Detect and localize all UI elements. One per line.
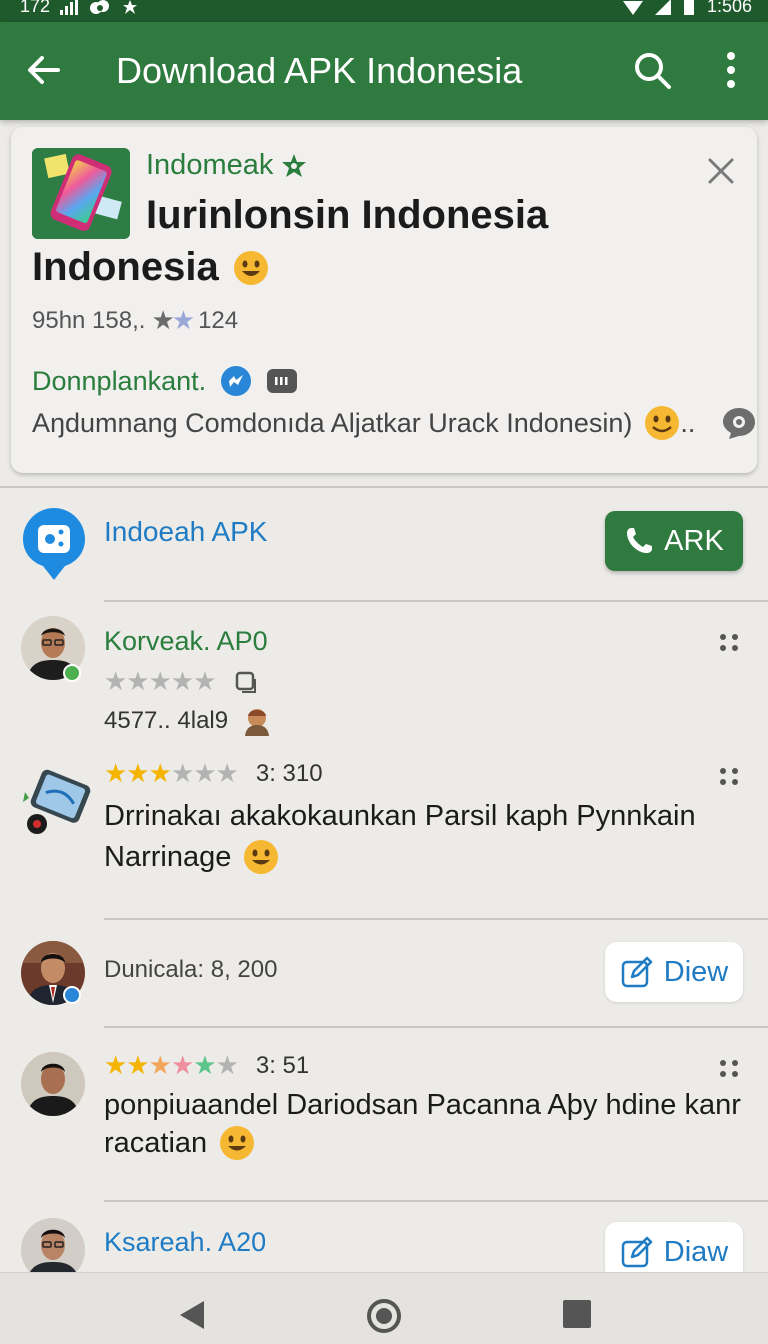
nav-recents-icon[interactable] (562, 1299, 592, 1329)
app-description-suffix: .. (680, 407, 696, 438)
view-button-label: Diaw (663, 1235, 729, 1268)
status-bar: 172 1:506 (0, 0, 768, 22)
reviewer-name[interactable]: Ksareah. A20 (104, 1227, 266, 1258)
smiley-emoji-icon (233, 250, 268, 285)
rating-stars: ★★★★★ (104, 666, 258, 697)
developer-name[interactable]: Indoeah APK (104, 516, 267, 548)
back-arrow-icon[interactable] (22, 48, 66, 92)
wifi-icon (622, 0, 643, 15)
chat-bubble-icon[interactable] (721, 406, 757, 440)
app-meta-right: 124 (198, 306, 239, 334)
more-dots-icon[interactable] (720, 768, 742, 788)
app-title-line2-row: Indonesia (32, 245, 269, 290)
system-nav-bar (0, 1272, 768, 1344)
avatar[interactable] (21, 1052, 85, 1116)
developer-button-label: ARK (664, 524, 724, 557)
review-text-row: Narrinage (104, 836, 279, 878)
app-icon[interactable] (32, 148, 130, 239)
signal-icon (60, 0, 79, 15)
review-text-line2: Narrinage (104, 841, 232, 873)
download-label: Donnplankant. (32, 365, 207, 396)
smiley-emoji-icon (645, 406, 680, 440)
copy-icon[interactable] (234, 670, 258, 694)
developer-call-button[interactable]: ARK (605, 511, 743, 571)
app-bar: Download APK Indonesia (0, 22, 768, 120)
list-divider (104, 918, 768, 920)
reviewer-name[interactable]: Korveak. AP0 (104, 626, 268, 657)
app-description-row: Aŋdumnang Comdonıda Aljatkar Urack Indon… (32, 405, 757, 441)
notification-icon (123, 0, 138, 14)
rating-stars: ★★ ★ ★ ★ ★ 3: 51 (104, 1050, 310, 1080)
phone-icon (627, 528, 653, 553)
nav-home-icon[interactable] (366, 1298, 402, 1334)
review-meta: Dunicala: 8, 200 (104, 956, 278, 983)
list-divider (104, 600, 768, 602)
app-bar-title: Download APK Indonesia (116, 50, 523, 91)
media-icon (267, 369, 298, 393)
review-text-line1: Drrinakaı akakokaunkan Parsil kaph Pynnk… (104, 800, 696, 832)
list-divider (104, 1026, 768, 1028)
search-icon[interactable] (630, 48, 674, 92)
more-vert-icon[interactable] (716, 48, 746, 92)
review-text-line2: racatian (104, 1127, 208, 1159)
smiley-emoji-icon (244, 840, 279, 874)
view-button-label: Diew (663, 955, 729, 988)
verified-badge-icon (63, 664, 81, 682)
app-description: Aŋdumnang Comdonıda Aljatkar Urack Indon… (32, 407, 633, 438)
developer-row: Indoeah APK ARK (0, 486, 768, 600)
battery-icon (683, 0, 694, 15)
cloud-icon (90, 0, 110, 14)
nav-back-icon[interactable] (176, 1299, 206, 1331)
app-info-card: Indomeak Iurinlonsin Indonesia Indonesia… (11, 127, 757, 473)
review-meta: 4577.. 4lal9 (104, 707, 229, 734)
more-dots-icon[interactable] (720, 1060, 742, 1080)
download-row[interactable]: Donnplankant. (32, 365, 298, 397)
rating-stars-icon: ★★ (151, 305, 195, 335)
rating-stars: ★★★ ★★★ 3: 310 (104, 758, 323, 788)
app-title-line2: Indonesia (32, 245, 219, 289)
verified-badge-icon (63, 986, 81, 1004)
view-button[interactable]: Diew (605, 942, 743, 1002)
review-text-row: racatian (104, 1122, 255, 1164)
status-left-text: 172 (20, 0, 51, 16)
review-meta: 3: 310 (255, 759, 323, 787)
review-meta: 3: 51 (255, 1051, 310, 1079)
app-title-line1: Iurinlonsin Indonesia (146, 193, 549, 237)
review-meta-row: 4577.. 4lal9 (104, 706, 272, 736)
verified-icon (221, 366, 252, 396)
close-icon[interactable] (705, 155, 737, 187)
smiley-emoji-icon (220, 1126, 255, 1160)
user-emoji-icon (245, 709, 270, 736)
edit-icon (621, 1236, 653, 1268)
edit-icon (621, 956, 653, 988)
phone-gadget-icon (23, 769, 91, 834)
review-text-line1: ponpiuaandel Dariodsan Pacanna Aþy hdine… (104, 1089, 741, 1121)
app-brand-row: Indomeak (146, 149, 307, 182)
status-time: 1:506 (706, 0, 752, 16)
app-brand: Indomeak (146, 149, 274, 181)
cell-signal-icon (654, 0, 671, 15)
list-divider (104, 1200, 768, 1202)
more-dots-icon[interactable] (720, 634, 742, 654)
location-pin-icon (23, 508, 85, 580)
badge-star-icon (282, 153, 307, 177)
app-meta-row: 95hn 158,. ★★ 124 (32, 305, 238, 336)
app-meta-left: 95hn 158,. (32, 306, 146, 334)
